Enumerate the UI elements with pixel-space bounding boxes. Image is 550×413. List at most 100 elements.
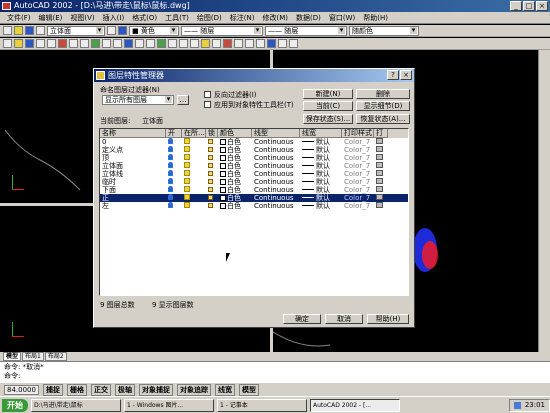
delete-layer-button[interactable]: 删除 <box>356 89 410 99</box>
layer-color-cell[interactable]: 白色 <box>218 138 252 146</box>
bulb-icon[interactable] <box>168 138 173 144</box>
tab-model[interactable]: 模型 <box>3 352 22 361</box>
layer-lock-cell[interactable] <box>206 186 218 194</box>
snap-icon[interactable] <box>135 39 144 48</box>
layer-combo[interactable]: 立体面 <box>47 25 105 36</box>
printer-icon[interactable] <box>376 146 383 152</box>
unlock-icon[interactable] <box>208 203 213 208</box>
layer-row[interactable]: 顶 白色 Continuous 默认 Color_7 <box>100 154 408 162</box>
ok-button[interactable]: 确定 <box>283 314 321 324</box>
layer-linetype[interactable]: Continuous <box>252 154 300 162</box>
col-color[interactable]: 颜色 <box>218 129 252 138</box>
layer-row[interactable]: 下面 白色 Continuous 默认 Color_7 <box>100 186 408 194</box>
layer-plot-cell[interactable] <box>374 170 388 178</box>
layer-row[interactable]: 临时 白色 Continuous 默认 Color_7 <box>100 178 408 186</box>
sun-icon[interactable] <box>184 154 190 160</box>
col-freeze[interactable]: 在所... <box>182 129 206 138</box>
ucs-icon[interactable] <box>146 39 155 48</box>
new-file-icon[interactable] <box>3 26 12 35</box>
unlock-icon[interactable] <box>208 171 213 176</box>
layer-on-cell[interactable] <box>166 170 182 178</box>
new-icon[interactable] <box>3 39 12 48</box>
make-current-icon[interactable] <box>107 26 116 35</box>
layer-name[interactable]: 定义点 <box>100 146 166 154</box>
layer-lock-cell[interactable] <box>206 170 218 178</box>
start-button[interactable]: 开始 <box>2 398 28 412</box>
layer-color-cell[interactable]: 白色 <box>218 202 252 210</box>
cut-icon[interactable] <box>58 39 67 48</box>
menu-help[interactable]: 帮助(H) <box>360 13 391 23</box>
layer-freeze-cell[interactable] <box>182 170 206 178</box>
unlock-icon[interactable] <box>208 147 213 152</box>
tab-layout1[interactable]: 布局1 <box>22 352 44 361</box>
printer-icon[interactable] <box>376 194 383 200</box>
printer-icon[interactable] <box>376 154 383 160</box>
layer-lineweight-cell[interactable]: 默认 <box>300 162 342 170</box>
layer-color-cell[interactable]: 白色 <box>218 178 252 186</box>
sun-icon[interactable] <box>184 186 190 192</box>
layer-linetype[interactable]: Continuous <box>252 146 300 154</box>
layer-plot-cell[interactable] <box>374 146 388 154</box>
layer-lock-cell[interactable] <box>206 138 218 146</box>
layer-name[interactable]: 立体线 <box>100 170 166 178</box>
layer-lock-cell[interactable] <box>206 162 218 170</box>
bulb-icon[interactable] <box>168 146 173 152</box>
layer-list[interactable]: 名称 开 在所... 锁 颜色 线型 线宽 打印样式 打 0 白色 Continuo… <box>99 128 409 296</box>
status-osnap[interactable]: 对象捕捉 <box>138 383 173 396</box>
menu-insert[interactable]: 插入(I) <box>100 13 128 23</box>
task-notepad[interactable]: 1 - 记事本 <box>217 398 307 412</box>
printer-icon[interactable] <box>376 170 383 176</box>
command-line[interactable]: 命令: *取消* 命令: <box>0 361 550 383</box>
sun-icon[interactable] <box>184 162 190 168</box>
unlock-icon[interactable] <box>208 179 213 184</box>
layer-freeze-cell[interactable] <box>182 154 206 162</box>
designcenter-icon[interactable] <box>212 39 221 48</box>
status-grid[interactable]: 栅格 <box>66 383 87 396</box>
layer-linetype[interactable]: Continuous <box>252 178 300 186</box>
layer-plot-cell[interactable] <box>374 186 388 194</box>
layer-linetype[interactable]: Continuous <box>252 194 300 202</box>
layer-on-cell[interactable] <box>166 154 182 162</box>
layer-freeze-cell[interactable] <box>182 162 206 170</box>
hyperlink-icon[interactable] <box>124 39 133 48</box>
layer-name[interactable]: 左 <box>100 202 166 210</box>
zoom-realtime-icon[interactable] <box>168 39 177 48</box>
layer-lock-cell[interactable] <box>206 202 218 210</box>
unlock-icon[interactable] <box>208 139 213 144</box>
layer-freeze-cell[interactable] <box>182 146 206 154</box>
menu-data[interactable]: 数据(D) <box>293 13 324 23</box>
vertical-scrollbar[interactable] <box>538 50 550 352</box>
layer-freeze-cell[interactable] <box>182 178 206 186</box>
printer-icon[interactable] <box>376 202 383 208</box>
sun-icon[interactable] <box>184 170 190 176</box>
layer-name[interactable]: 临时 <box>100 178 166 186</box>
menu-file[interactable]: 文件(F) <box>4 13 34 23</box>
match-icon[interactable] <box>91 39 100 48</box>
layer-name[interactable]: 正 <box>100 194 166 202</box>
cancel-button[interactable]: 取消 <box>325 314 363 324</box>
help-button[interactable]: 帮助(H) <box>367 314 409 324</box>
menu-tools[interactable]: 工具(T) <box>162 13 192 23</box>
view-iso-icon[interactable] <box>267 39 276 48</box>
layer-plot-cell[interactable] <box>374 178 388 186</box>
task-explorer[interactable]: D:\马进\带走\鼠标 <box>31 398 121 412</box>
unlock-icon[interactable] <box>208 163 213 168</box>
col-plot[interactable]: 打 <box>374 129 388 138</box>
redo-icon[interactable] <box>113 39 122 48</box>
layer-on-cell[interactable] <box>166 202 182 210</box>
layer-lineweight-cell[interactable]: 默认 <box>300 170 342 178</box>
status-ortho[interactable]: 正交 <box>90 383 111 396</box>
layer-name[interactable]: 顶 <box>100 154 166 162</box>
layer-lineweight-cell[interactable]: 默认 <box>300 146 342 154</box>
printer-icon[interactable] <box>376 138 383 144</box>
orbit-icon[interactable] <box>289 39 298 48</box>
bulb-icon[interactable] <box>168 162 173 168</box>
open-file-icon[interactable] <box>14 26 23 35</box>
layer-color-cell[interactable]: 白色 <box>218 194 252 202</box>
view-left-icon[interactable] <box>256 39 265 48</box>
layer-color-cell[interactable]: 白色 <box>218 162 252 170</box>
menu-window[interactable]: 窗口(W) <box>326 13 358 23</box>
col-name[interactable]: 名称 <box>100 129 166 138</box>
preview-icon[interactable] <box>47 39 56 48</box>
layer-color-cell[interactable]: 白色 <box>218 146 252 154</box>
